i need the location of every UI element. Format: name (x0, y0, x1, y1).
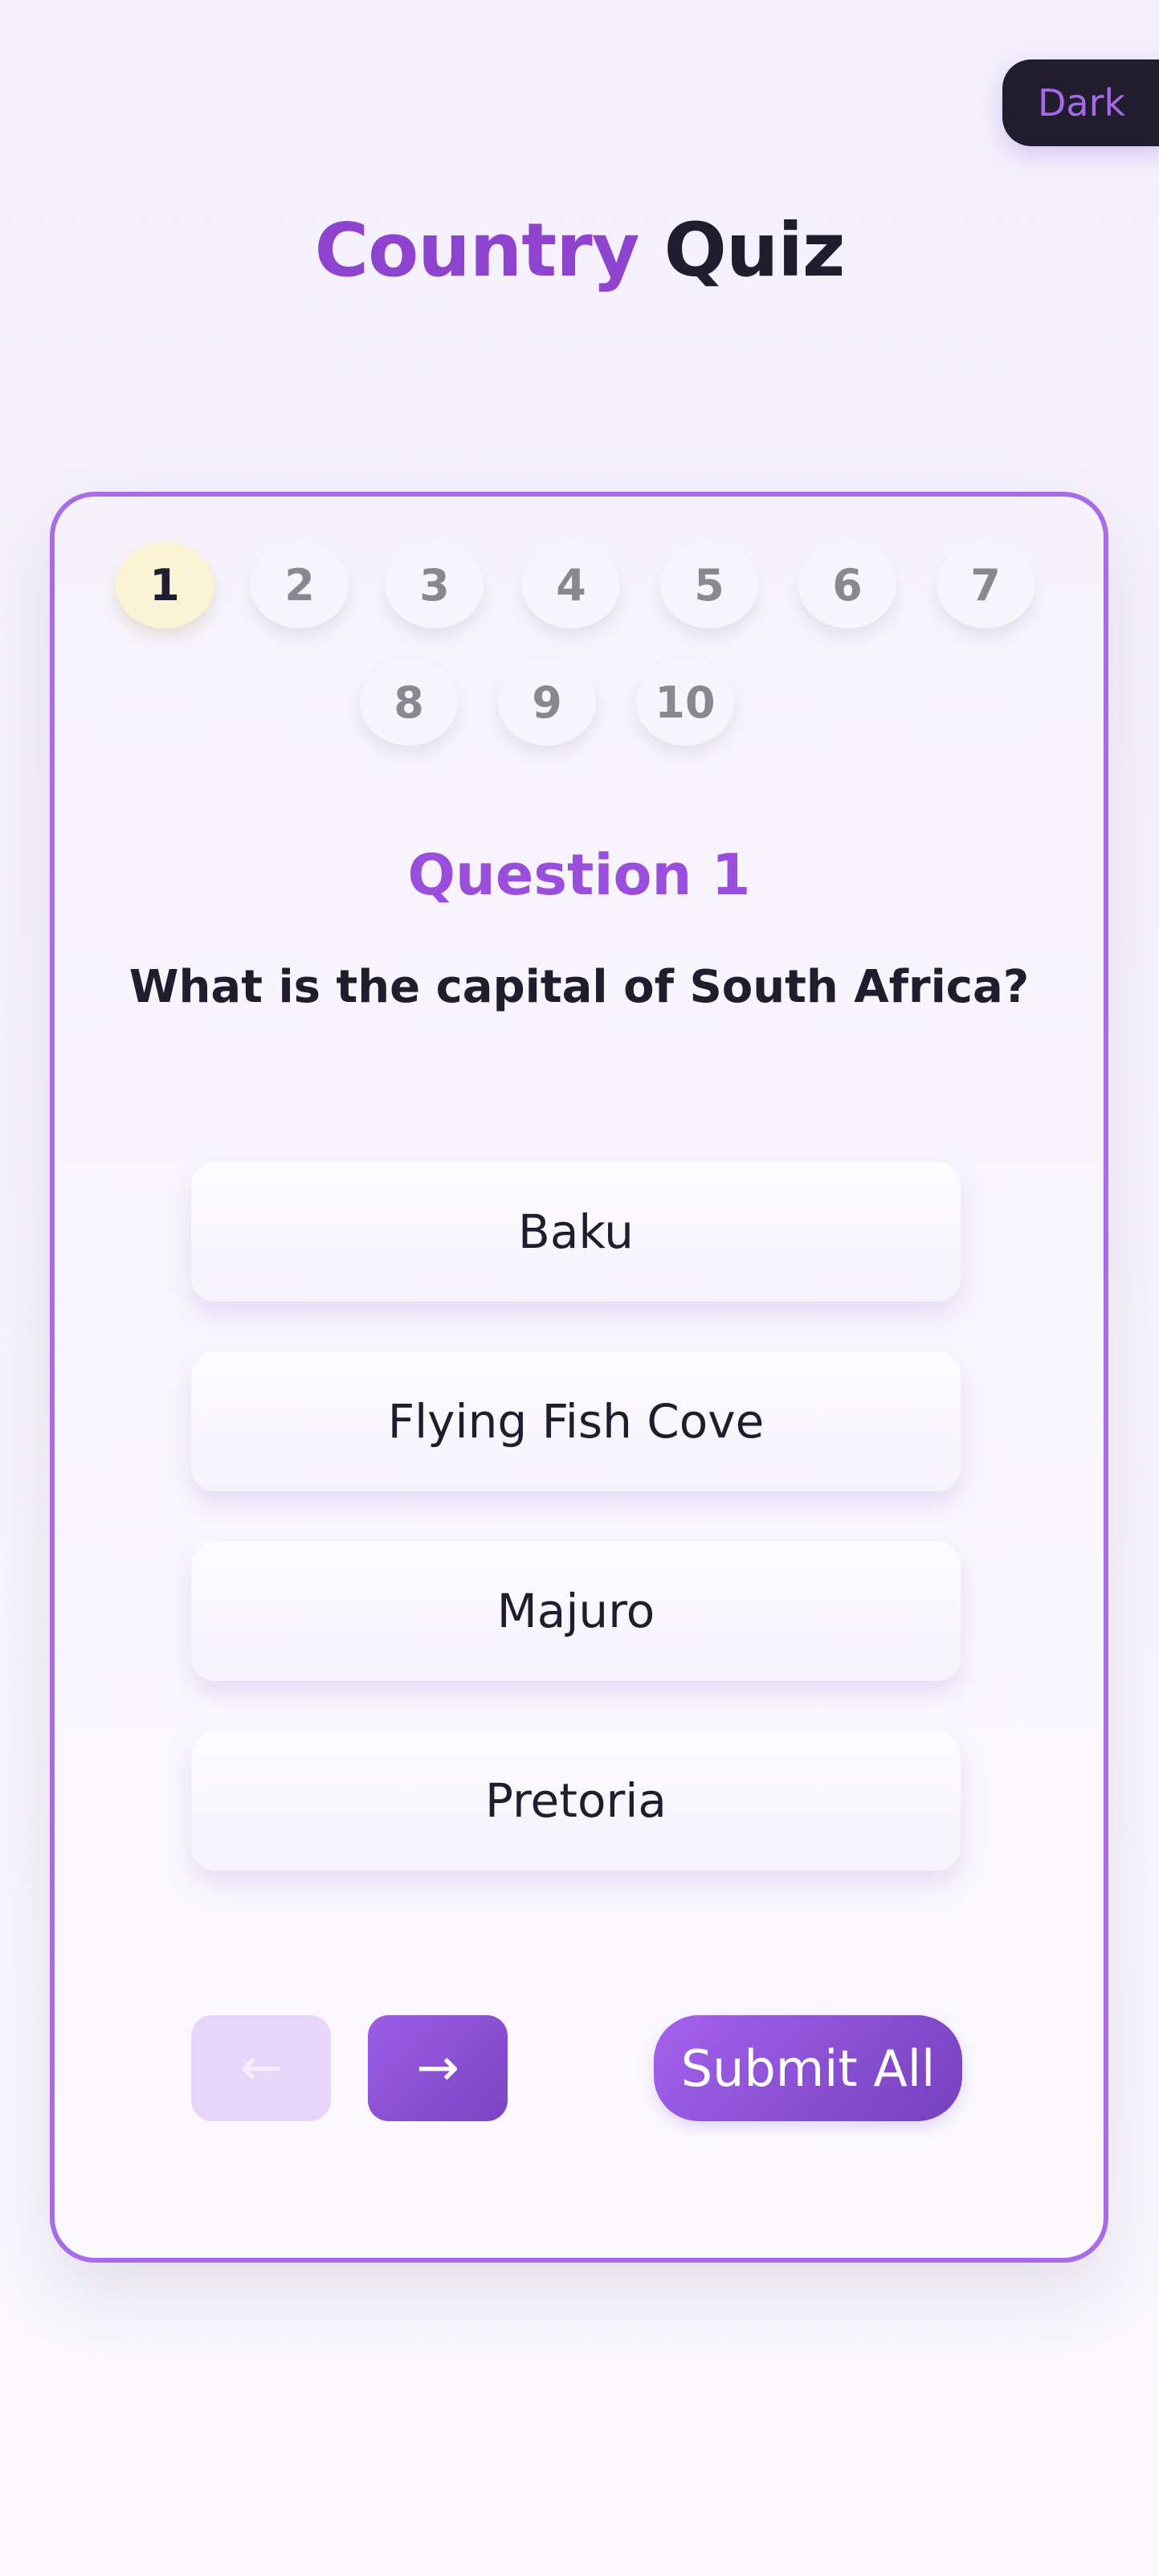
title-accent: Country (314, 207, 640, 293)
theme-toggle-label: Dark (1038, 81, 1126, 125)
question-nav-10[interactable]: 10 (636, 659, 734, 746)
answer-option[interactable]: Flying Fish Cove (191, 1351, 961, 1491)
answer-option[interactable]: Majuro (191, 1541, 961, 1681)
question-nav-5[interactable]: 5 (660, 542, 758, 628)
theme-toggle-button[interactable]: Dark (1002, 59, 1159, 146)
question-nav-7[interactable]: 7 (937, 542, 1035, 628)
answer-option[interactable]: Baku (191, 1162, 961, 1302)
question-nav-1[interactable]: 1 (116, 542, 214, 628)
question-nav-6[interactable]: 6 (798, 542, 896, 628)
question-nav-9[interactable]: 9 (498, 659, 596, 746)
previous-button[interactable]: ← (191, 2015, 331, 2121)
quiz-card: 1 2 3 4 5 6 7 8 9 10 Question 1 What is … (50, 492, 1108, 2263)
question-nav-8[interactable]: 8 (360, 659, 458, 746)
arrow-left-icon: ← (239, 2038, 283, 2098)
question-nav-3[interactable]: 3 (386, 542, 484, 628)
question-text: What is the capital of South Africa? (129, 961, 1030, 1013)
submit-all-button[interactable]: Submit All (654, 2015, 962, 2121)
question-nav-4[interactable]: 4 (522, 542, 620, 628)
question-number: Question 1 (407, 842, 751, 908)
question-nav-2[interactable]: 2 (251, 542, 349, 628)
next-button[interactable]: → (368, 2015, 508, 2121)
submit-all-label: Submit All (680, 2038, 936, 2098)
title-rest: Quiz (639, 207, 846, 293)
arrow-right-icon: → (416, 2038, 459, 2098)
page-title: Country Quiz (0, 207, 1159, 293)
answer-option[interactable]: Pretoria (191, 1731, 961, 1871)
